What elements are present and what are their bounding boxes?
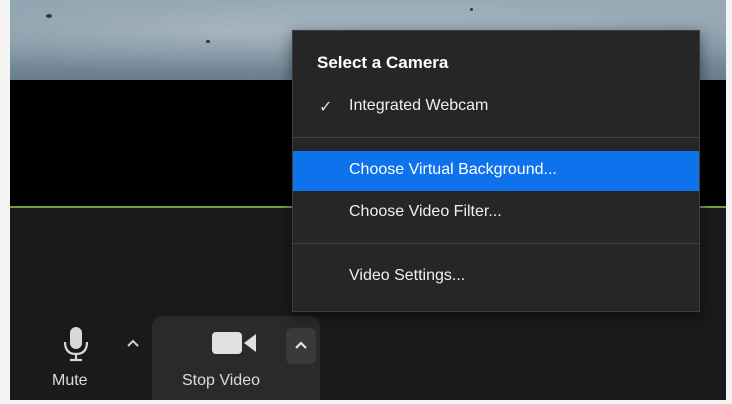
menu-item-label: Choose Video Filter... [349,203,502,220]
menu-item-label: Integrated Webcam [349,97,489,114]
camera-menu: Select a Camera ✓ Integrated Webcam Choo… [292,30,700,312]
menu-item-label: Video Settings... [349,267,466,284]
microphone-icon [63,327,89,362]
video-options-caret[interactable] [286,328,316,364]
audio-options-caret[interactable] [120,330,146,356]
menu-heading: Select a Camera [317,53,449,72]
caret-up-icon [127,339,139,347]
video-camera-icon [212,332,256,354]
menu-item-integrated-webcam[interactable]: ✓ Integrated Webcam [293,87,699,127]
mute-label: Mute [52,372,88,389]
stop-video-button[interactable]: Stop Video [152,316,320,400]
checkmark-icon: ✓ [319,99,333,116]
meeting-window: Mute Stop Video Select a Camera ✓ Integr… [10,0,726,400]
caret-up-icon [295,341,307,349]
menu-item-video-settings[interactable]: Video Settings... [293,257,699,297]
menu-divider [293,243,699,244]
menu-divider [293,137,699,138]
stop-video-label: Stop Video [182,372,260,389]
menu-item-virtual-background[interactable]: Choose Virtual Background... [293,151,699,191]
menu-item-label: Choose Virtual Background... [349,161,557,178]
mute-button[interactable]: Mute [46,316,146,400]
menu-item-video-filter[interactable]: Choose Video Filter... [293,193,699,233]
